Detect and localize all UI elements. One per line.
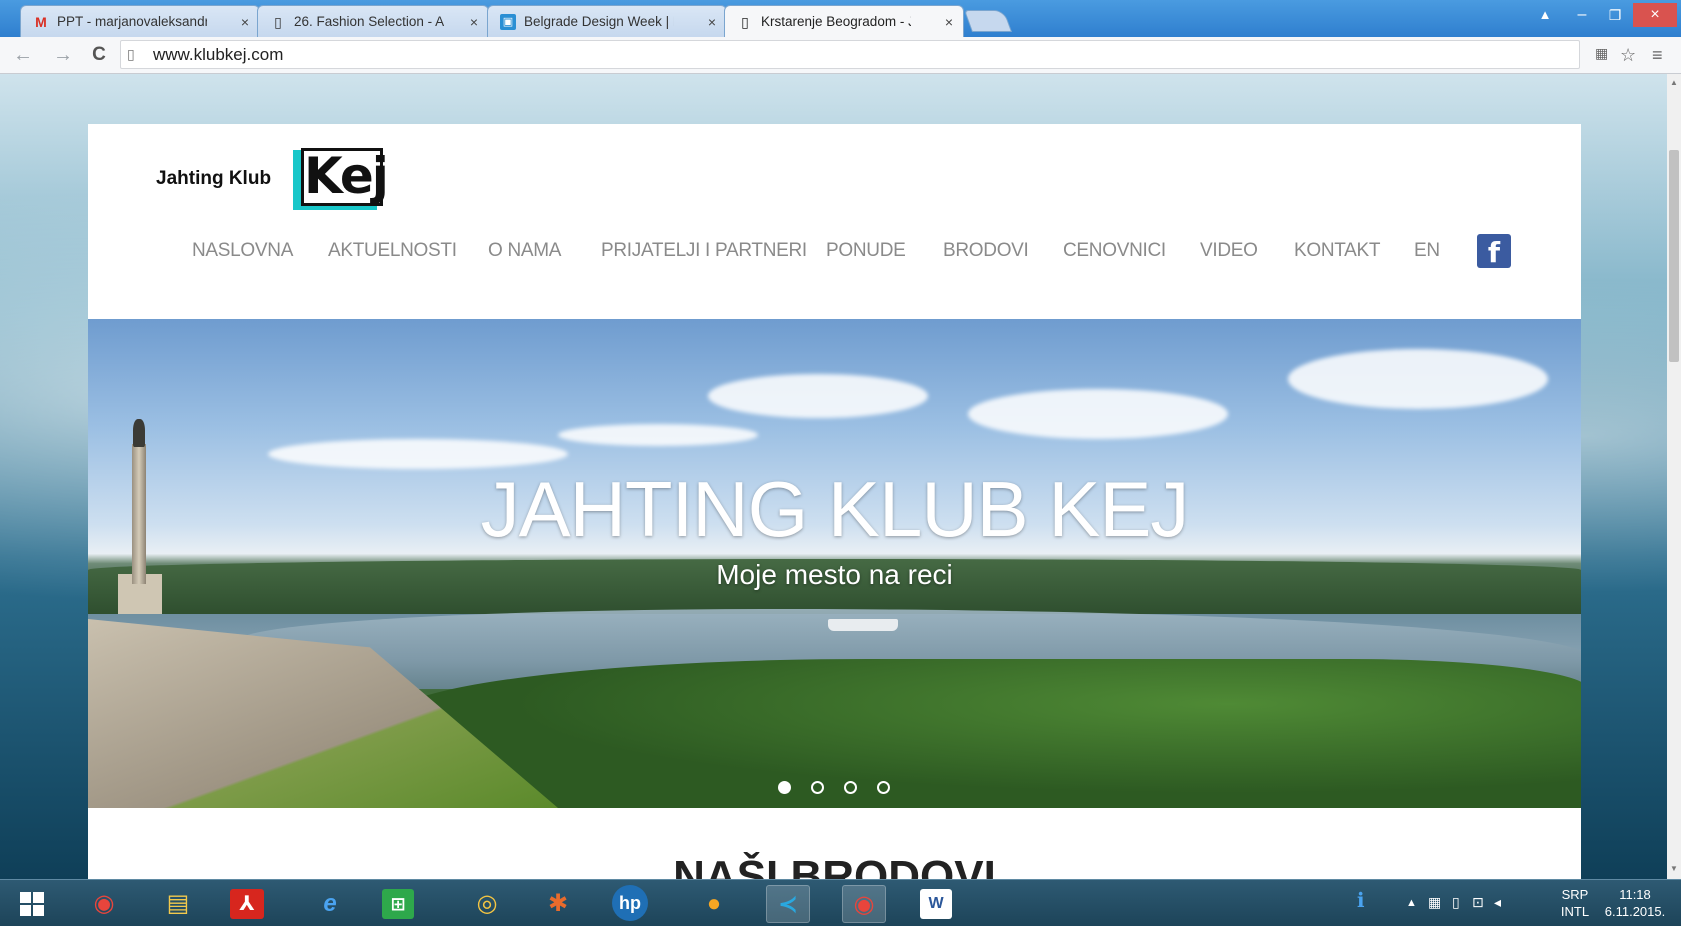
slider-dot-3[interactable] — [844, 781, 857, 794]
tab-title: PPT - marjanovaleksandra — [57, 14, 207, 29]
nav-kontakt[interactable]: KONTAKT — [1294, 240, 1381, 262]
store-icon[interactable]: ⊞ — [382, 889, 414, 919]
slider-dot-2[interactable] — [811, 781, 824, 794]
address-bar-url: www.klubkej.com — [153, 45, 284, 64]
ie-icon[interactable]: e — [308, 885, 352, 923]
tab-close-button[interactable]: × — [241, 6, 249, 37]
tab-close-button[interactable]: × — [945, 6, 953, 37]
language-line-2: INTL — [1560, 904, 1590, 919]
media-player-icon[interactable]: ◎ — [465, 885, 509, 923]
logo-text[interactable]: Jahting Klub — [156, 168, 271, 190]
windows-start-icon[interactable] — [20, 892, 44, 916]
reload-button[interactable]: C — [88, 44, 110, 66]
windows-taskbar: ◉ ▤ ⅄ e ⊞ ◎ ✱ hp ● ≺ ◉ W ℹ ▲ ▦ ▯ ⊡ ◂ SRP… — [0, 879, 1681, 926]
gmail-icon: M — [35, 14, 47, 30]
page-icon: ▯ — [741, 14, 749, 30]
volume-icon[interactable]: ◂ — [1494, 894, 1501, 911]
logo-kej[interactable]: Kej — [293, 148, 389, 210]
info-tray-icon[interactable]: ℹ — [1357, 888, 1365, 913]
nav-naslovna[interactable]: NASLOVNA — [192, 240, 293, 262]
tab-title: Krstarenje Beogradom - J — [761, 14, 911, 29]
nav-ponude[interactable]: PONUDE — [826, 240, 906, 262]
address-bar[interactable]: ▯ www.klubkej.com — [120, 40, 1580, 69]
language-line-1: SRP — [1561, 887, 1589, 902]
page-icon: ▯ — [274, 14, 282, 30]
nav-aktuelnosti[interactable]: AKTUELNOSTI — [328, 240, 457, 262]
page-icon: ▯ — [127, 46, 135, 62]
nav-prijatelji-i-partneri[interactable]: PRIJATELJI I PARTNERI — [601, 240, 807, 262]
bookmark-star-icon[interactable]: ☆ — [1620, 45, 1636, 66]
hp-icon[interactable]: hp — [612, 885, 648, 921]
tab-gmail[interactable]: M PPT - marjanovaleksandra × — [20, 5, 260, 37]
tab-belgrade-design-week[interactable]: ▣ Belgrade Design Week | D × — [487, 5, 727, 37]
tray-expand-icon[interactable]: ▲ — [1406, 897, 1417, 909]
near-trees — [388, 659, 1581, 808]
tab-fashion-selection[interactable]: ▯ 26. Fashion Selection - Ap × — [257, 5, 489, 37]
nav-cenovnici[interactable]: CENOVNICI — [1063, 240, 1166, 262]
cloud-shape — [558, 424, 758, 446]
scrollbar-thumb[interactable] — [1669, 150, 1679, 362]
tray-app-icon[interactable]: ▦ — [1428, 894, 1441, 911]
close-window-button[interactable]: × — [1633, 3, 1677, 27]
statue — [133, 419, 145, 447]
acrobat-icon[interactable]: ⅄ — [230, 889, 264, 919]
vertical-scrollbar[interactable]: ▲ ▼ — [1667, 74, 1681, 879]
chrome-running-icon[interactable]: ◉ — [842, 885, 886, 923]
browser-tab-bar: M PPT - marjanovaleksandra × ▯ 26. Fashi… — [0, 0, 1681, 37]
network-icon[interactable]: ⊡ — [1472, 894, 1484, 911]
scroll-down-arrow-icon[interactable]: ▼ — [1670, 864, 1678, 873]
tab-krstarenje-beogradom[interactable]: ▯ Krstarenje Beogradom - J × — [724, 5, 964, 37]
battery-icon[interactable]: ▯ — [1452, 894, 1460, 911]
cloud-shape — [968, 389, 1228, 439]
clock[interactable]: 11:18 6.11.2015. — [1595, 886, 1675, 920]
facebook-icon[interactable]: f — [1477, 234, 1511, 269]
chrome-icon[interactable]: ◉ — [82, 885, 126, 923]
nav-brodovi[interactable]: BRODOVI — [943, 240, 1029, 262]
scroll-up-arrow-icon[interactable]: ▲ — [1670, 78, 1678, 87]
clock-date: 6.11.2015. — [1604, 904, 1666, 919]
cloud-shape — [1288, 349, 1548, 409]
file-explorer-icon[interactable]: ▤ — [156, 885, 200, 923]
nav-o-nama[interactable]: O NAMA — [488, 240, 561, 262]
hero-subtitle: Moje mesto na reci — [716, 559, 953, 590]
word-icon[interactable]: W — [920, 889, 952, 919]
language-indicator[interactable]: SRP INTL — [1556, 886, 1594, 920]
main-navigation: NASLOVNA AKTUELNOSTI O NAMA PRIJATELJI I… — [88, 228, 1581, 278]
tab-title: Belgrade Design Week | D — [524, 14, 674, 29]
site-container: Jahting Klub Kej NASLOVNA AKTUELNOSTI O … — [88, 124, 1581, 901]
user-profile-icon[interactable]: ▲ — [1528, 3, 1562, 27]
browser-toolbar: ← → C ▯ www.klubkej.com ▦ ☆ ≡ — [0, 37, 1681, 74]
tab-close-button[interactable]: × — [708, 6, 716, 37]
restore-button[interactable]: ❐ — [1598, 3, 1632, 27]
tab-title: 26. Fashion Selection - Ap — [294, 14, 444, 29]
slider-dot-1[interactable] — [778, 781, 791, 794]
sun-app-icon[interactable]: ● — [692, 885, 736, 923]
cloud-shape — [708, 374, 928, 418]
translate-icon[interactable]: ▦ — [1595, 45, 1608, 62]
paint-icon[interactable]: ✱ — [536, 885, 580, 923]
clock-time: 11:18 — [1619, 887, 1651, 902]
hero-slider: JAHTING KLUB KEJ Moje mesto na reci — [88, 319, 1581, 808]
slider-pagination — [778, 781, 898, 795]
minimize-button[interactable]: – — [1565, 3, 1599, 27]
new-tab-button[interactable] — [963, 10, 1013, 32]
tab-close-button[interactable]: × — [470, 6, 478, 37]
site-icon: ▣ — [500, 14, 516, 30]
hero-title: JAHTING KLUB KEJ — [480, 465, 1190, 553]
forward-button[interactable]: → — [52, 44, 74, 66]
nav-video[interactable]: VIDEO — [1200, 240, 1258, 262]
telenor-icon[interactable]: ≺ — [766, 885, 810, 923]
nav-language-en[interactable]: EN — [1414, 240, 1440, 262]
slider-dot-4[interactable] — [877, 781, 890, 794]
ship — [828, 619, 898, 631]
back-button[interactable]: ← — [12, 44, 34, 66]
menu-icon[interactable]: ≡ — [1652, 45, 1663, 66]
logo-mark-text: Kej — [301, 148, 389, 206]
